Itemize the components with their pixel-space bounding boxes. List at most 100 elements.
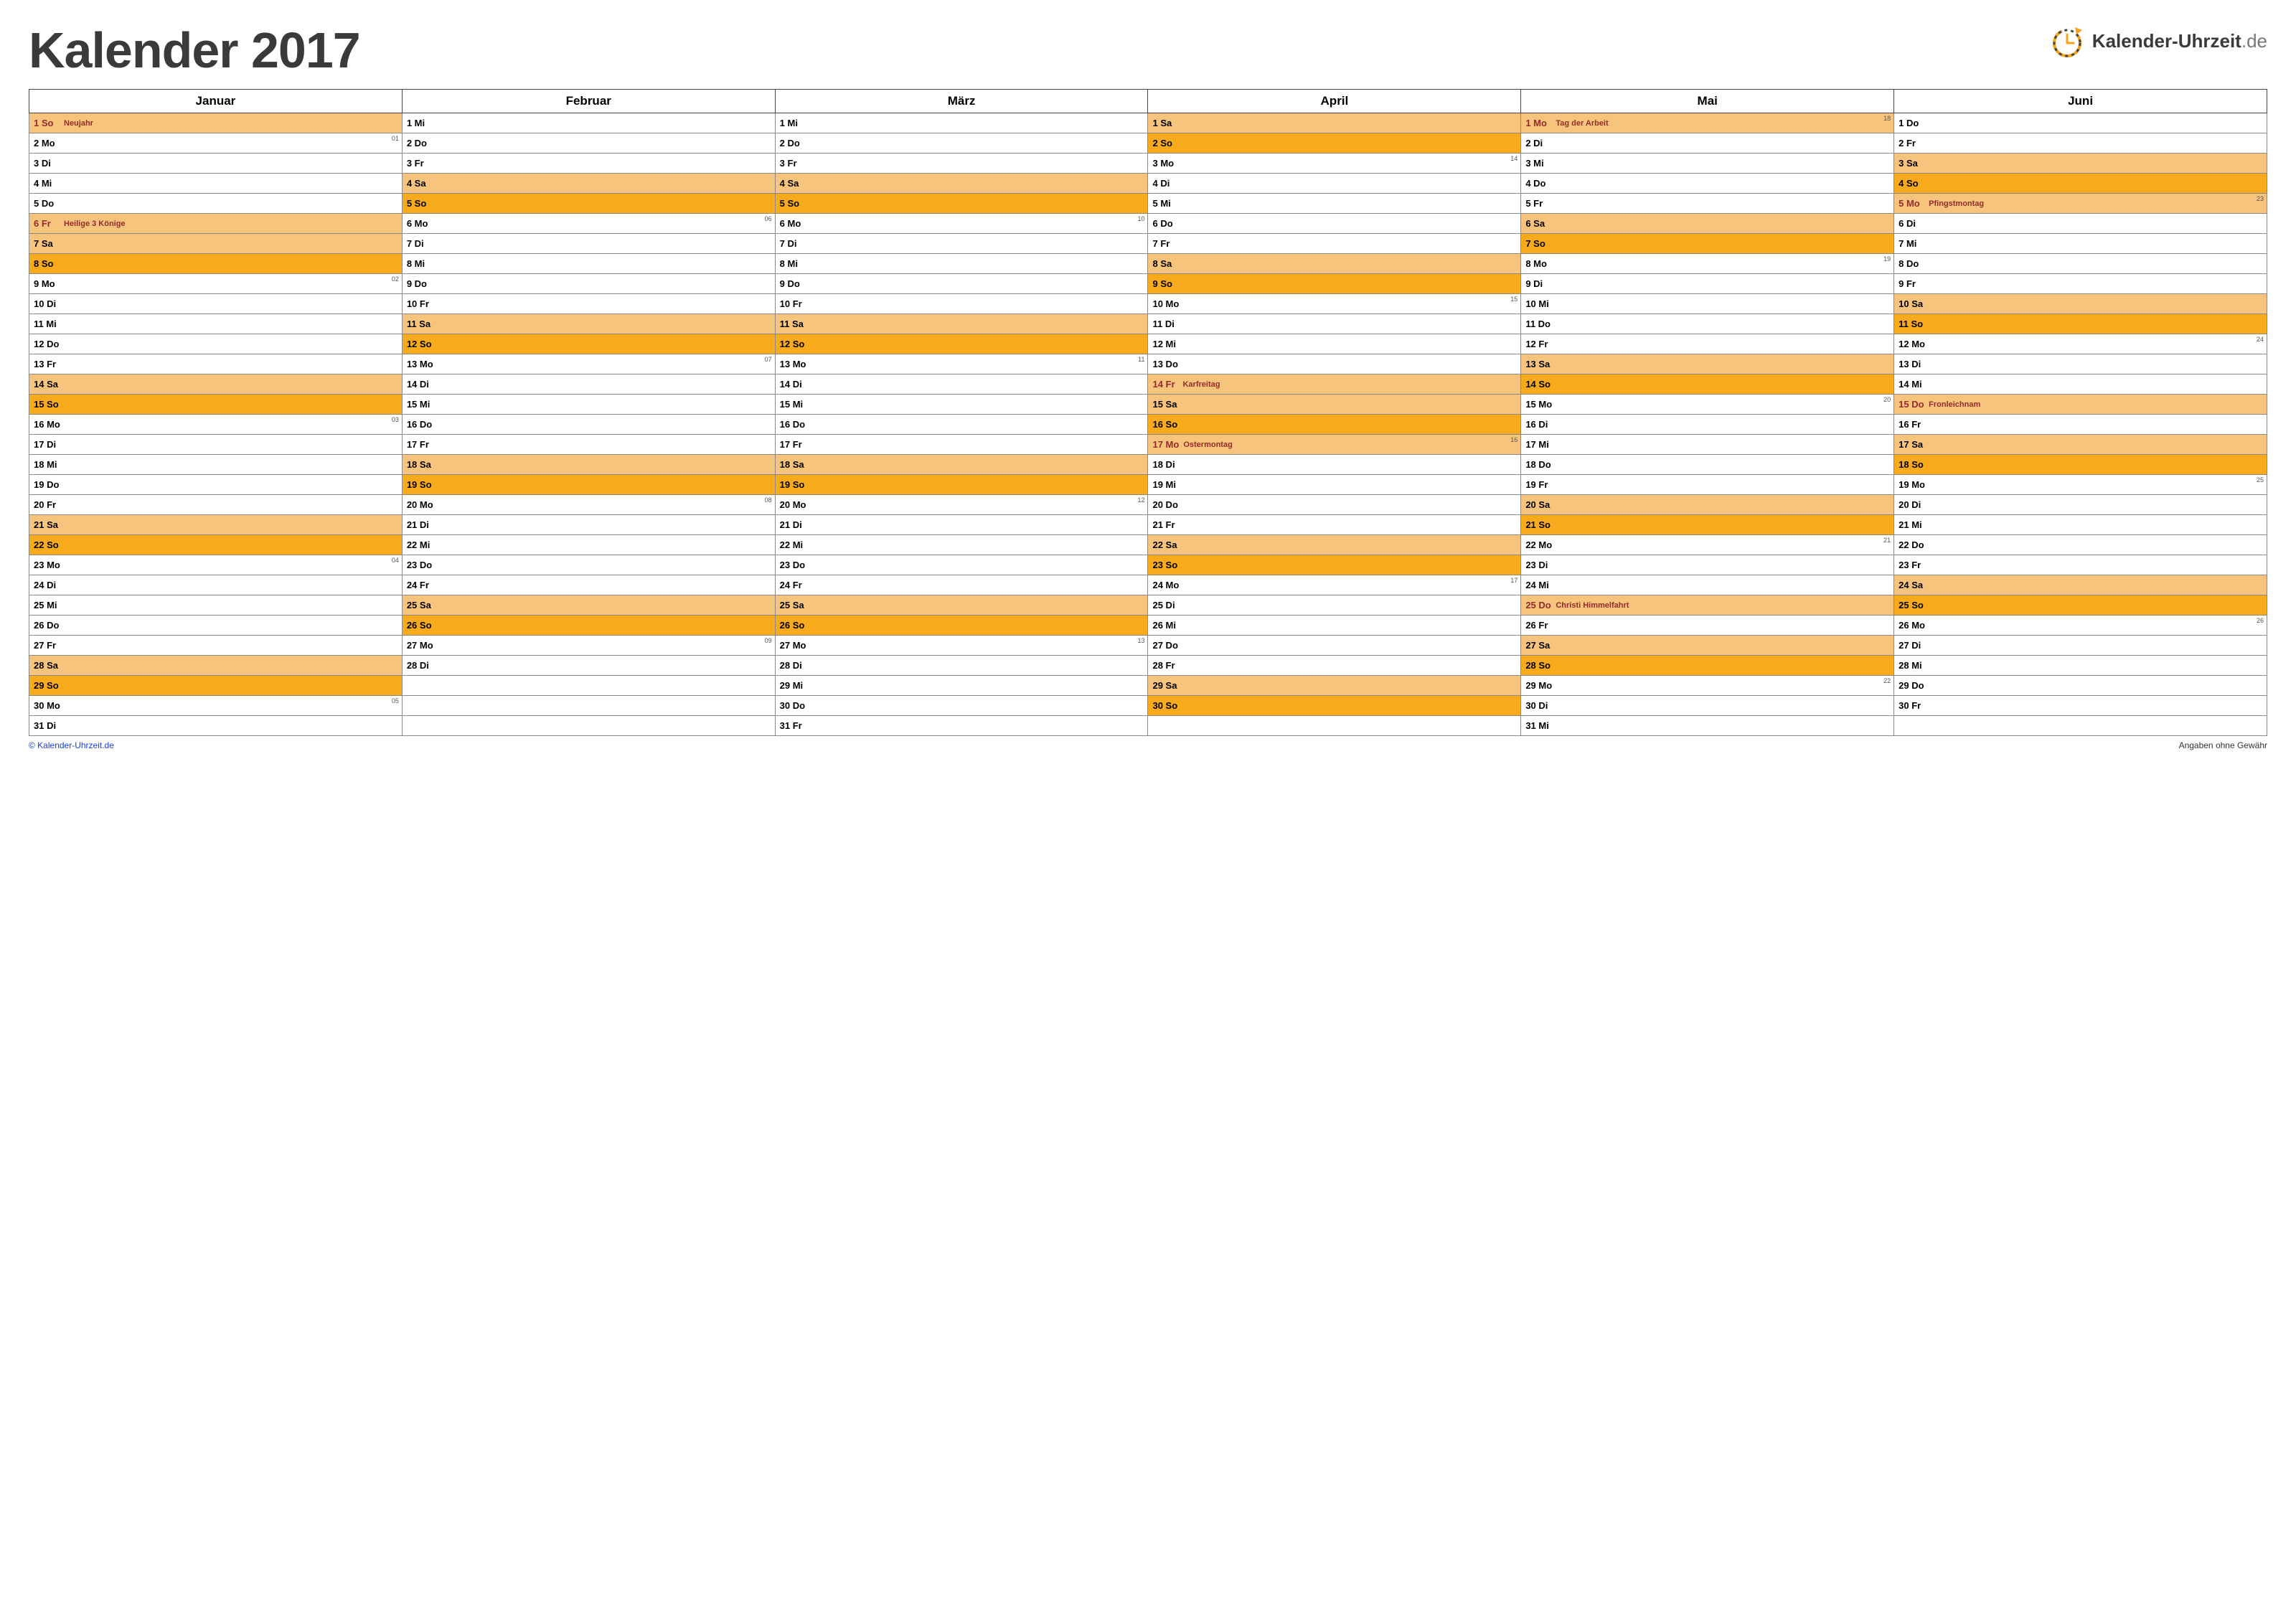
day-cell: 25 Di	[1148, 595, 1521, 616]
day-label: 25 Sa	[407, 600, 433, 610]
day-cell: 29 Mo22	[1521, 676, 1894, 696]
day-cell: 9 Mo02	[29, 274, 403, 294]
day-cell: 1 Mi	[402, 113, 775, 133]
day-cell: 5 Mi	[1148, 194, 1521, 214]
day-cell: 28 So	[1521, 656, 1894, 676]
day-cell: 9 Fr	[1894, 274, 2267, 294]
day-label: 12 So	[780, 339, 806, 349]
day-label: 16 So	[1152, 419, 1178, 430]
page-title: Kalender 2017	[29, 22, 360, 79]
day-cell: 6 Do	[1148, 214, 1521, 234]
day-cell: 19 Do	[29, 475, 403, 495]
day-label: 27 Mo	[407, 640, 433, 651]
day-cell: 28 Fr	[1148, 656, 1521, 676]
day-label: 7 Di	[780, 238, 806, 249]
day-label: 21 Di	[780, 519, 806, 530]
day-cell: 28 Di	[775, 656, 1148, 676]
day-label: 8 Do	[1899, 258, 1924, 269]
day-cell: 16 Fr	[1894, 415, 2267, 435]
day-label: 21 Sa	[34, 519, 60, 530]
holiday-label: Neujahr	[64, 119, 93, 128]
day-cell: 17 MoOstermontag16	[1148, 435, 1521, 455]
day-cell: 13 Do	[1148, 354, 1521, 374]
day-label: 20 Mo	[780, 499, 806, 510]
day-label: 1 Mi	[780, 118, 806, 128]
week-number: 19	[1883, 255, 1891, 263]
day-label: 14 Fr	[1152, 379, 1178, 390]
day-cell: 25 So	[1894, 595, 2267, 616]
day-cell: 24 Di	[29, 575, 403, 595]
day-label: 11 Do	[1525, 319, 1551, 329]
day-cell: 2 Di	[1521, 133, 1894, 154]
day-cell: 7 Di	[402, 234, 775, 254]
day-cell: 15 Sa	[1148, 395, 1521, 415]
day-label: 30 So	[1152, 700, 1178, 711]
day-label: 15 Do	[1899, 399, 1924, 410]
day-label: 23 Mo	[34, 560, 60, 570]
week-number: 22	[1883, 677, 1891, 684]
day-label: 25 Do	[1525, 600, 1551, 610]
day-label: 23 Do	[407, 560, 433, 570]
day-label: 25 Mi	[34, 600, 60, 610]
day-label: 26 Mi	[1152, 620, 1178, 631]
month-header: Mai	[1521, 90, 1894, 113]
holiday-label: Tag der Arbeit	[1556, 119, 1608, 128]
day-cell: 17 Sa	[1894, 435, 2267, 455]
day-cell: 27 Fr	[29, 636, 403, 656]
logo-text: Kalender-Uhrzeit.de	[2092, 30, 2267, 52]
day-cell: 28 Sa	[29, 656, 403, 676]
day-cell: 29 So	[29, 676, 403, 696]
week-number: 20	[1883, 396, 1891, 403]
day-cell: 17 Mi	[1521, 435, 1894, 455]
week-number: 16	[1510, 436, 1518, 443]
day-cell: 12 Do	[29, 334, 403, 354]
day-label: 31 Mi	[1525, 720, 1551, 731]
day-label: 19 Fr	[1525, 479, 1551, 490]
day-label: 21 Di	[407, 519, 433, 530]
day-label: 12 Mo	[1899, 339, 1925, 349]
day-label: 29 Do	[1899, 680, 1924, 691]
day-cell: 26 So	[775, 616, 1148, 636]
day-cell: 19 Mi	[1148, 475, 1521, 495]
day-label: 5 Do	[34, 198, 60, 209]
day-label: 5 Mo	[1899, 198, 1924, 209]
day-label: 28 Sa	[34, 660, 60, 671]
day-cell: 8 Sa	[1148, 254, 1521, 274]
day-label: 12 Do	[34, 339, 60, 349]
day-cell	[1148, 716, 1521, 736]
day-label: 15 Mi	[780, 399, 806, 410]
day-cell: 10 Di	[29, 294, 403, 314]
day-cell: 13 Sa	[1521, 354, 1894, 374]
day-cell: 18 So	[1894, 455, 2267, 475]
day-label: 24 Sa	[1899, 580, 1924, 590]
day-label: 4 Sa	[407, 178, 433, 189]
day-label: 6 Mo	[407, 218, 433, 229]
day-label: 31 Di	[34, 720, 60, 731]
day-label: 28 So	[1525, 660, 1551, 671]
day-label: 3 Di	[34, 158, 60, 169]
footer-source-link[interactable]: © Kalender-Uhrzeit.de	[29, 740, 114, 750]
day-label: 19 Mi	[1152, 479, 1178, 490]
week-number: 05	[392, 697, 399, 704]
day-label: 24 Fr	[780, 580, 806, 590]
week-number: 06	[765, 215, 772, 222]
day-cell: 6 Sa	[1521, 214, 1894, 234]
day-label: 11 Sa	[407, 319, 433, 329]
day-cell: 23 Fr	[1894, 555, 2267, 575]
day-cell: 8 Do	[1894, 254, 2267, 274]
day-label: 24 Mi	[1525, 580, 1551, 590]
day-cell: 17 Fr	[402, 435, 775, 455]
day-cell: 10 Fr	[775, 294, 1148, 314]
day-label: 20 Mo	[407, 499, 433, 510]
day-label: 27 Di	[1899, 640, 1924, 651]
day-label: 15 Mo	[1525, 399, 1552, 410]
day-cell: 21 Di	[402, 515, 775, 535]
day-label: 17 Fr	[407, 439, 433, 450]
day-cell	[1894, 716, 2267, 736]
day-cell: 19 Fr	[1521, 475, 1894, 495]
day-label: 4 So	[1899, 178, 1924, 189]
day-cell: 1 Sa	[1148, 113, 1521, 133]
clock-icon	[2048, 22, 2086, 60]
day-cell: 18 Di	[1148, 455, 1521, 475]
day-label: 13 Fr	[34, 359, 60, 369]
